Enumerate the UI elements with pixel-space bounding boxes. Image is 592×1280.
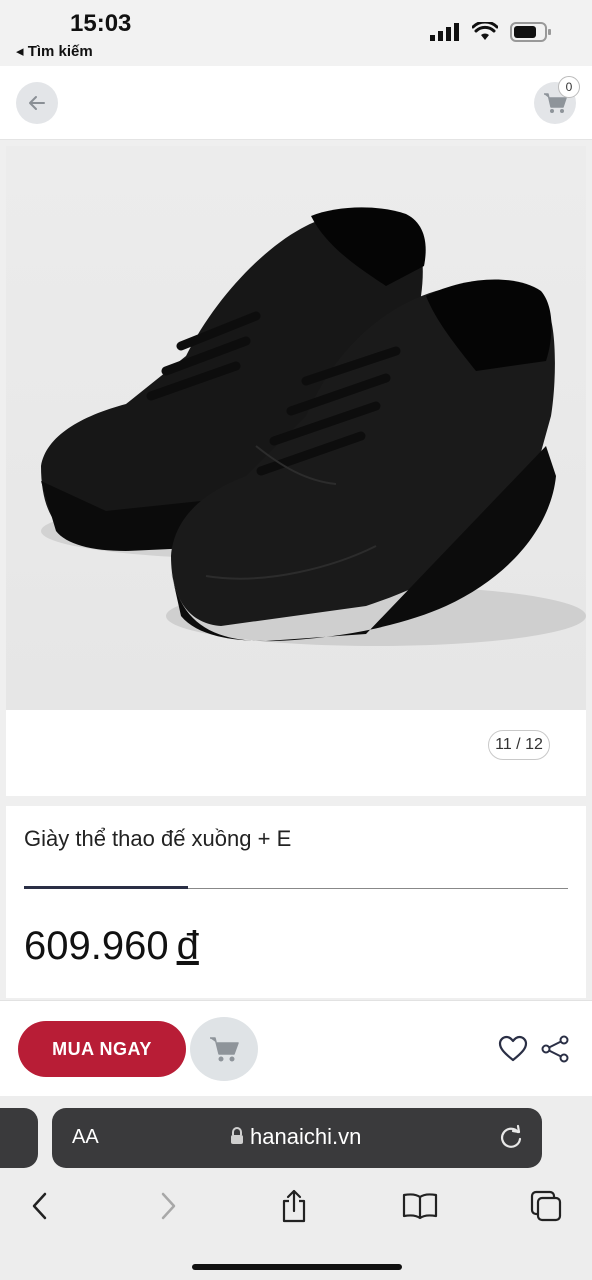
product-price: 609.960 đ xyxy=(24,924,199,969)
price-currency: đ xyxy=(176,924,199,968)
back-icon xyxy=(32,1192,47,1220)
url-text: hanaichi.vn xyxy=(250,1124,362,1149)
back-to-search-link[interactable]: ◂ Tìm kiếm xyxy=(16,42,93,60)
browser-chrome: AA hanaichi.vn xyxy=(0,1096,592,1280)
back-button[interactable] xyxy=(16,82,58,124)
tabs-icon xyxy=(530,1190,562,1222)
forward-icon xyxy=(161,1192,176,1220)
product-image[interactable] xyxy=(6,146,586,710)
price-value: 609.960 xyxy=(24,924,169,968)
image-counter: 11 / 12 xyxy=(488,730,550,760)
share-button[interactable] xyxy=(540,1035,570,1068)
tab-active-indicator[interactable] xyxy=(24,886,188,889)
home-indicator xyxy=(192,1264,402,1270)
browser-toolbar xyxy=(0,1180,592,1230)
favorite-button[interactable] xyxy=(498,1035,528,1068)
buy-now-button[interactable]: MUA NGAY xyxy=(18,1021,186,1077)
previous-tab-preview[interactable] xyxy=(0,1108,38,1168)
black-sneakers-image xyxy=(41,207,586,646)
cart-icon xyxy=(210,1037,239,1062)
wifi-icon xyxy=(472,22,498,40)
bookmarks-icon xyxy=(402,1193,438,1220)
signal-icon xyxy=(430,23,459,41)
arrow-left-icon xyxy=(29,96,45,110)
lock-icon xyxy=(231,1127,243,1144)
cart-count-badge: 0 xyxy=(558,76,580,98)
action-bar: MUA NGAY xyxy=(0,1000,592,1096)
tabs-button[interactable] xyxy=(526,1186,566,1226)
bookmarks-button[interactable] xyxy=(400,1186,440,1226)
reader-options-button[interactable]: AA xyxy=(72,1126,99,1149)
browser-share-button[interactable] xyxy=(274,1186,314,1226)
product-gallery[interactable]: 11 / 12 xyxy=(6,146,586,796)
app-header xyxy=(0,66,592,140)
status-bar: 15:03 ◂ Tìm kiếm xyxy=(0,0,592,66)
browser-forward-button[interactable] xyxy=(148,1186,188,1226)
share-icon xyxy=(541,1035,569,1063)
reload-icon xyxy=(500,1124,522,1148)
browser-back-button[interactable] xyxy=(20,1186,60,1226)
status-icons xyxy=(430,22,552,42)
heart-icon xyxy=(498,1035,528,1062)
add-to-cart-button[interactable] xyxy=(190,1017,258,1081)
product-title: Giày thể thao đế xuồng + E xyxy=(24,826,292,851)
status-time: 15:03 xyxy=(70,10,132,37)
product-info-card: Giày thể thao đế xuồng + E 609.960 đ xyxy=(6,806,586,998)
reload-button[interactable] xyxy=(498,1124,524,1155)
share-icon xyxy=(282,1189,306,1223)
battery-icon xyxy=(510,22,551,42)
address-bar[interactable]: AA hanaichi.vn xyxy=(52,1108,542,1168)
